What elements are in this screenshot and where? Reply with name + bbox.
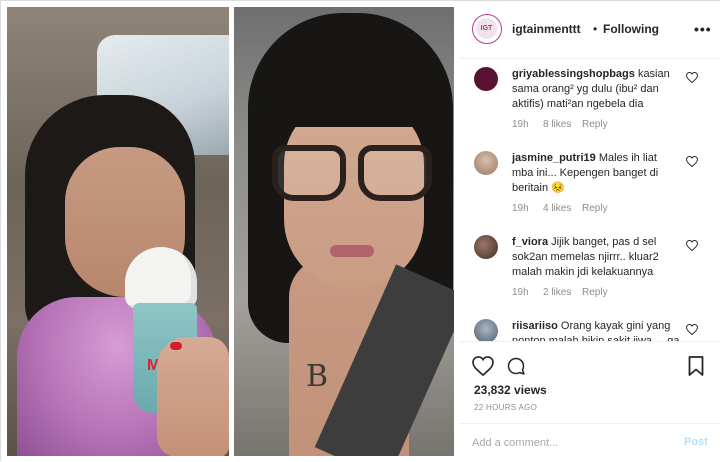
comment-list[interactable]: griyablessingshopbags kasian sama orang²… [460, 59, 720, 341]
author-username[interactable]: igtainmenttt [512, 22, 581, 36]
comment-item: riisariiso Orang kayak gini yang nonton … [460, 311, 720, 341]
bookmark-icon[interactable] [688, 356, 704, 376]
post-modal: M B IGT igtainmenttt • Following ••• gri… [0, 0, 720, 462]
post-timestamp[interactable]: 22 HOURS AGO [474, 403, 537, 412]
comment-item: griyablessingshopbags kasian sama orang²… [460, 59, 720, 143]
commenter-username[interactable]: f_viora [512, 236, 548, 248]
hand [157, 337, 229, 456]
like-comment-heart-icon[interactable] [686, 240, 698, 251]
comment-likes[interactable]: 2 likes [543, 287, 571, 298]
comment-item: jasmine_putri19 Males ih liat mba ini...… [460, 143, 720, 227]
glasses-lens-right [358, 145, 432, 201]
glasses-lens-left [272, 145, 346, 201]
avatar-logo: IGT [476, 18, 497, 39]
reply-button[interactable]: Reply [582, 119, 608, 130]
author-avatar[interactable]: IGT [472, 14, 502, 44]
right-photo: B [234, 7, 454, 456]
like-comment-heart-icon[interactable] [686, 72, 698, 83]
comment-time[interactable]: 19h [512, 203, 529, 214]
comment-body: griyablessingshopbags kasian sama orang²… [512, 67, 680, 112]
comment-likes[interactable]: 4 likes [543, 203, 571, 214]
view-count[interactable]: 23,832 views [474, 383, 547, 397]
comment-bubble-icon[interactable] [506, 356, 526, 376]
ice-cream-swirl [125, 247, 197, 309]
post-header: IGT igtainmenttt • Following ••• [460, 1, 720, 59]
comment-likes[interactable]: 8 likes [543, 119, 571, 130]
reply-button[interactable]: Reply [582, 203, 608, 214]
post-media[interactable]: M B [1, 1, 460, 462]
commenter-username[interactable]: riisariiso [512, 320, 558, 332]
commenter-username[interactable]: jasmine_putri19 [512, 152, 596, 164]
commenter-avatar[interactable] [474, 319, 498, 341]
like-heart-icon[interactable] [472, 356, 494, 376]
more-horizontal-icon[interactable]: ••• [694, 21, 712, 37]
commenter-avatar[interactable] [474, 67, 498, 91]
add-comment-bar: Post [460, 423, 720, 462]
post-comment-button[interactable]: Post [684, 436, 708, 448]
comment-body: jasmine_putri19 Males ih liat mba ini...… [512, 151, 680, 196]
add-comment-input[interactable] [472, 434, 672, 452]
commenter-avatar[interactable] [474, 235, 498, 259]
lips [330, 245, 374, 257]
comment-time[interactable]: 19h [512, 119, 529, 130]
comment-body: f_viora Jijik banget, pas d sel sok2an m… [512, 235, 680, 280]
post-actions: 23,832 views 22 HOURS AGO [460, 341, 720, 423]
commenter-username[interactable]: griyablessingshopbags [512, 68, 635, 80]
letter-pendant: B [306, 359, 329, 394]
separator-dot: • [593, 22, 598, 36]
like-comment-heart-icon[interactable] [686, 324, 698, 335]
comment-body: riisariiso Orang kayak gini yang nonton … [512, 319, 680, 341]
like-comment-heart-icon[interactable] [686, 156, 698, 167]
left-photo: M [7, 7, 229, 456]
commenter-avatar[interactable] [474, 151, 498, 175]
follow-status-button[interactable]: Following [603, 22, 659, 36]
comment-item: f_viora Jijik banget, pas d sel sok2an m… [460, 227, 720, 311]
bangs [264, 32, 449, 127]
comment-time[interactable]: 19h [512, 287, 529, 298]
post-sidebar: IGT igtainmenttt • Following ••• griyabl… [460, 1, 720, 462]
reply-button[interactable]: Reply [582, 287, 608, 298]
red-nail [170, 342, 182, 350]
